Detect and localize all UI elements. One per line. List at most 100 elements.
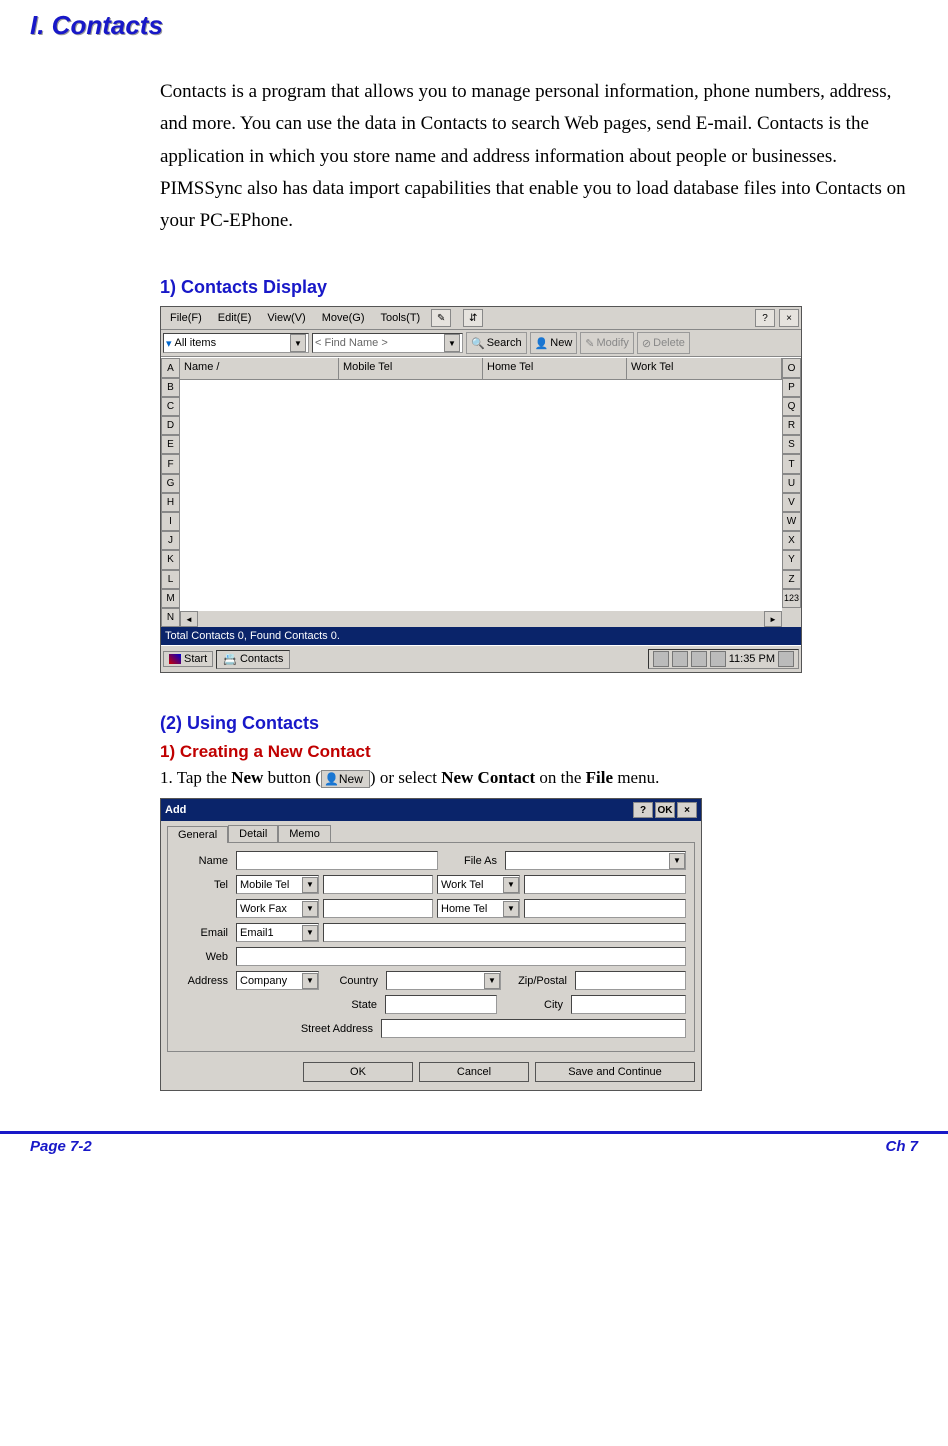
- col-work[interactable]: Work Tel: [627, 358, 782, 379]
- h-scrollbar[interactable]: ◄ ►: [180, 611, 782, 627]
- dialog-save-continue-button[interactable]: Save and Continue: [535, 1062, 695, 1082]
- page-footer: Page 7-2 Ch 7: [0, 1134, 948, 1165]
- index-btn[interactable]: D: [161, 416, 180, 435]
- index-btn[interactable]: A: [161, 358, 180, 377]
- find-name-input[interactable]: < Find Name > ▼: [312, 333, 463, 353]
- tel-type-1[interactable]: Mobile Tel▼: [236, 875, 319, 894]
- index-btn[interactable]: E: [161, 435, 180, 454]
- tray-icon[interactable]: [691, 651, 707, 667]
- chevron-down-icon: ▼: [444, 334, 460, 352]
- label-tel: Tel: [176, 879, 232, 891]
- city-field[interactable]: [571, 995, 686, 1014]
- tel-type-2[interactable]: Work Tel▼: [437, 875, 520, 894]
- step-1: 1. Tap the New button (👤New) or select N…: [160, 768, 918, 788]
- scroll-right-icon[interactable]: ►: [764, 611, 782, 627]
- index-btn[interactable]: R: [782, 416, 801, 435]
- zip-field[interactable]: [575, 971, 686, 990]
- tel-type-4[interactable]: Home Tel▼: [437, 899, 520, 918]
- state-field[interactable]: [385, 995, 497, 1014]
- index-btn[interactable]: G: [161, 474, 180, 493]
- index-btn[interactable]: Y: [782, 550, 801, 569]
- help-button[interactable]: ?: [755, 309, 775, 327]
- index-btn[interactable]: W: [782, 512, 801, 531]
- tel-field-1[interactable]: [323, 875, 433, 894]
- start-button[interactable]: Start: [163, 651, 213, 667]
- tel-field-3[interactable]: [323, 899, 433, 918]
- taskbar-item[interactable]: 📇 Contacts: [216, 650, 290, 669]
- email-type[interactable]: Email1▼: [236, 923, 319, 942]
- col-mobile[interactable]: Mobile Tel: [339, 358, 483, 379]
- menu-file[interactable]: File(F): [163, 310, 209, 326]
- toolbar-icon-2[interactable]: ⇵: [463, 309, 483, 327]
- label-country: Country: [323, 975, 382, 987]
- index-btn[interactable]: Z: [782, 570, 801, 589]
- index-btn[interactable]: T: [782, 454, 801, 473]
- dialog-cancel-button[interactable]: Cancel: [419, 1062, 529, 1082]
- tab-memo[interactable]: Memo: [278, 825, 331, 842]
- index-btn[interactable]: I: [161, 512, 180, 531]
- chevron-down-icon: ▼: [484, 973, 500, 989]
- address-type[interactable]: Company▼: [236, 971, 319, 990]
- filter-dropdown[interactable]: ▾ All items ▼: [163, 333, 309, 353]
- index-right: O P Q R S T U V W X Y Z 123: [782, 358, 801, 627]
- index-btn[interactable]: K: [161, 550, 180, 569]
- index-btn[interactable]: 123: [782, 589, 801, 608]
- label-email: Email: [176, 927, 232, 939]
- name-field[interactable]: [236, 851, 438, 870]
- index-btn[interactable]: O: [782, 358, 801, 377]
- index-btn[interactable]: P: [782, 378, 801, 397]
- index-btn[interactable]: N: [161, 608, 180, 627]
- status-bar: Total Contacts 0, Found Contacts 0.: [161, 627, 801, 645]
- tel-field-4[interactable]: [524, 899, 686, 918]
- index-btn[interactable]: S: [782, 435, 801, 454]
- tray-icon[interactable]: [653, 651, 669, 667]
- search-button[interactable]: 🔍 Search: [466, 332, 527, 354]
- index-btn[interactable]: C: [161, 397, 180, 416]
- delete-button[interactable]: ⊘ Delete: [637, 332, 690, 354]
- index-btn[interactable]: Q: [782, 397, 801, 416]
- delete-label: Delete: [653, 337, 685, 349]
- tel-type-3[interactable]: Work Fax▼: [236, 899, 319, 918]
- find-placeholder: < Find Name >: [315, 337, 388, 349]
- street-field[interactable]: [381, 1019, 686, 1038]
- index-btn[interactable]: F: [161, 454, 180, 473]
- email-field[interactable]: [323, 923, 686, 942]
- index-btn[interactable]: X: [782, 531, 801, 550]
- country-dropdown[interactable]: ▼: [386, 971, 501, 990]
- col-name[interactable]: Name /: [180, 358, 339, 379]
- menu-edit[interactable]: Edit(E): [211, 310, 259, 326]
- menu-view[interactable]: View(V): [260, 310, 312, 326]
- index-btn[interactable]: J: [161, 531, 180, 550]
- close-button[interactable]: ×: [677, 802, 697, 818]
- contacts-window: File(F) Edit(E) View(V) Move(G) Tools(T)…: [160, 306, 802, 673]
- help-button[interactable]: ?: [633, 802, 653, 818]
- tray-icon[interactable]: [710, 651, 726, 667]
- index-btn[interactable]: M: [161, 589, 180, 608]
- label-address: Address: [176, 975, 232, 987]
- new-button[interactable]: 👤 New: [530, 332, 578, 354]
- close-button[interactable]: ×: [779, 309, 799, 327]
- tab-general[interactable]: General: [167, 826, 228, 843]
- tab-detail[interactable]: Detail: [228, 825, 278, 842]
- dialog-ok-button[interactable]: OK: [303, 1062, 413, 1082]
- menubar: File(F) Edit(E) View(V) Move(G) Tools(T)…: [161, 307, 801, 330]
- index-btn[interactable]: L: [161, 570, 180, 589]
- index-btn[interactable]: V: [782, 493, 801, 512]
- footer-page: Page 7-2: [30, 1138, 92, 1155]
- toolbar-icon-1[interactable]: ✎: [431, 309, 451, 327]
- grid-body[interactable]: [180, 380, 782, 611]
- fileas-dropdown[interactable]: ▼: [505, 851, 686, 870]
- scroll-left-icon[interactable]: ◄: [180, 611, 198, 627]
- menu-move[interactable]: Move(G): [315, 310, 372, 326]
- web-field[interactable]: [236, 947, 686, 966]
- menu-tools[interactable]: Tools(T): [374, 310, 428, 326]
- ok-button[interactable]: OK: [655, 802, 675, 818]
- col-home[interactable]: Home Tel: [483, 358, 627, 379]
- index-btn[interactable]: U: [782, 474, 801, 493]
- index-btn[interactable]: H: [161, 493, 180, 512]
- tray-icon[interactable]: [778, 651, 794, 667]
- tel-field-2[interactable]: [524, 875, 686, 894]
- tray-icon[interactable]: [672, 651, 688, 667]
- modify-button[interactable]: ✎ Modify: [580, 332, 634, 354]
- index-btn[interactable]: B: [161, 378, 180, 397]
